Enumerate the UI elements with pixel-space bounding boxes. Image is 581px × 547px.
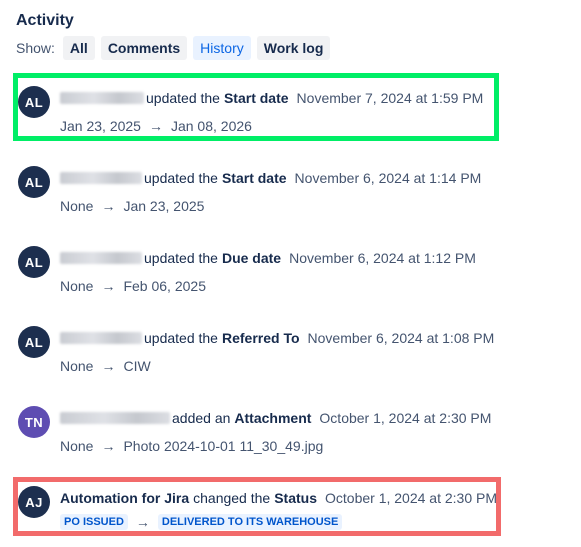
entry-to-value: Jan 23, 2025 [123, 198, 205, 214]
actor-name-redacted[interactable] [60, 252, 142, 264]
entry-field: Referred To [221, 330, 300, 346]
entry-field: Start date [221, 170, 287, 186]
filter-worklog-button[interactable]: Work log [256, 36, 331, 60]
entry-field: Attachment [234, 410, 312, 426]
filter-comments-button[interactable]: Comments [100, 36, 188, 60]
filter-all-button[interactable]: All [62, 36, 95, 60]
entry-to-value: Feb 06, 2025 [123, 278, 206, 294]
entry-timestamp[interactable]: November 6, 2024 at 1:12 PM [289, 250, 476, 266]
entry-summary: updated the Start date November 6, 2024 … [60, 170, 481, 186]
arrow-right-icon: → [101, 278, 116, 294]
entry-to-value: CIW [123, 358, 151, 374]
history-entry: TN added an Attachment October 1, 2024 a… [18, 406, 498, 466]
highlight-box-green [13, 73, 499, 141]
entry-from-value: None [60, 438, 94, 454]
entry-change: None → Photo 2024-10-01 11_30_49.jpg [60, 438, 323, 454]
avatar[interactable]: AL [18, 166, 50, 198]
entry-verb: added an [172, 410, 231, 426]
entry-verb: updated the [144, 170, 218, 186]
arrow-right-icon: → [101, 358, 116, 374]
entry-verb: updated the [144, 250, 218, 266]
highlight-box-red [13, 477, 501, 536]
actor-name-redacted[interactable] [60, 332, 142, 344]
entry-timestamp[interactable]: November 6, 2024 at 1:14 PM [295, 170, 482, 186]
attachment-link[interactable]: Photo 2024-10-01 11_30_49.jpg [123, 438, 323, 454]
filter-row: Show: All Comments History Work log [16, 36, 336, 60]
avatar[interactable]: AL [18, 326, 50, 358]
entry-verb: updated the [144, 330, 218, 346]
entry-summary: updated the Due date November 6, 2024 at… [60, 250, 476, 266]
entry-change: None → CIW [60, 358, 151, 374]
history-entry: AL updated the Referred To November 6, 2… [18, 326, 498, 386]
entry-timestamp[interactable]: October 1, 2024 at 2:30 PM [319, 410, 491, 426]
entry-field: Due date [221, 250, 282, 266]
filter-label: Show: [16, 40, 55, 56]
arrow-right-icon: → [101, 198, 116, 214]
entry-from-value: None [60, 358, 94, 374]
entry-from-value: None [60, 278, 94, 294]
history-entry: AL updated the Start date November 6, 20… [18, 166, 498, 226]
avatar[interactable]: TN [18, 406, 50, 438]
activity-title: Activity [16, 12, 74, 29]
filter-history-button[interactable]: History [193, 36, 251, 60]
entry-summary: added an Attachment October 1, 2024 at 2… [60, 410, 491, 426]
actor-name-redacted[interactable] [60, 412, 170, 424]
avatar[interactable]: AL [18, 246, 50, 278]
entry-change: None → Jan 23, 2025 [60, 198, 204, 214]
entry-timestamp[interactable]: November 6, 2024 at 1:08 PM [308, 330, 495, 346]
actor-name-redacted[interactable] [60, 172, 142, 184]
entry-change: None → Feb 06, 2025 [60, 278, 206, 294]
history-entry: AL updated the Due date November 6, 2024… [18, 246, 498, 306]
entry-summary: updated the Referred To November 6, 2024… [60, 330, 494, 346]
entry-from-value: None [60, 198, 94, 214]
arrow-right-icon: → [101, 438, 116, 454]
